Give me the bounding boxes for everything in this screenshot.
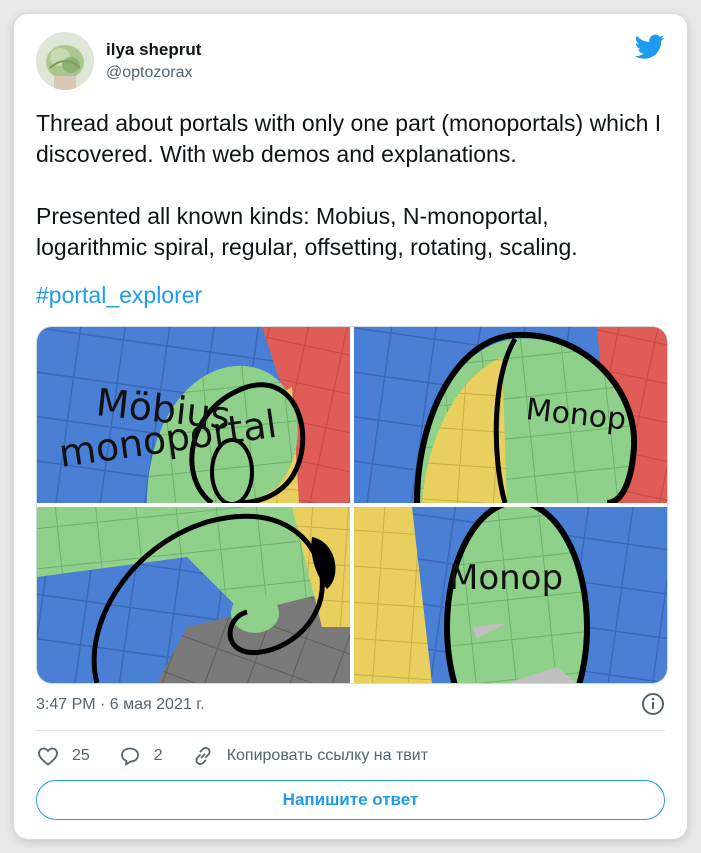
author-name[interactable]: ilya sheprut xyxy=(106,40,201,60)
media-grid[interactable]: Möbius monoportal Monop Monop xyxy=(36,326,668,684)
copy-link-button[interactable]: Копировать ссылку на твит xyxy=(191,744,428,768)
twitter-bird-icon[interactable] xyxy=(634,34,665,60)
tweet-timestamp[interactable]: 3:47 PM · 6 мая 2021 г. xyxy=(36,696,205,714)
info-icon[interactable] xyxy=(641,692,665,716)
like-count: 25 xyxy=(72,747,90,764)
reply-button[interactable]: Напишите ответ xyxy=(36,780,665,820)
like-button[interactable]: 25 xyxy=(36,744,90,768)
avatar[interactable] xyxy=(36,32,94,90)
author-handle[interactable]: @optozorax xyxy=(106,64,193,82)
reply-icon xyxy=(120,747,139,766)
reply-count: 2 xyxy=(153,747,163,764)
hashtag-link[interactable]: #portal_explorer xyxy=(36,282,202,309)
link-icon xyxy=(195,746,211,766)
action-bar: 25 2 Копировать ссылку на твит xyxy=(36,742,456,770)
media-label-monop-bottom: Monop xyxy=(449,558,563,598)
copy-link-label: Копировать ссылку на твит xyxy=(226,747,429,764)
tweet-text: Thread about portals with only one part … xyxy=(36,110,662,260)
tweet-card: ilya sheprut @optozorax Thread about por… xyxy=(14,14,687,839)
heart-icon xyxy=(38,747,58,766)
reply-count-button[interactable]: 2 xyxy=(118,744,163,768)
media-image-2[interactable]: Monop xyxy=(354,327,667,503)
page-background: ilya sheprut @optozorax Thread about por… xyxy=(0,0,701,853)
media-image-4[interactable]: Monop xyxy=(354,502,667,683)
divider xyxy=(36,730,665,731)
media-image-1[interactable]: Möbius monoportal xyxy=(37,327,350,504)
media-image-3[interactable] xyxy=(37,507,350,683)
